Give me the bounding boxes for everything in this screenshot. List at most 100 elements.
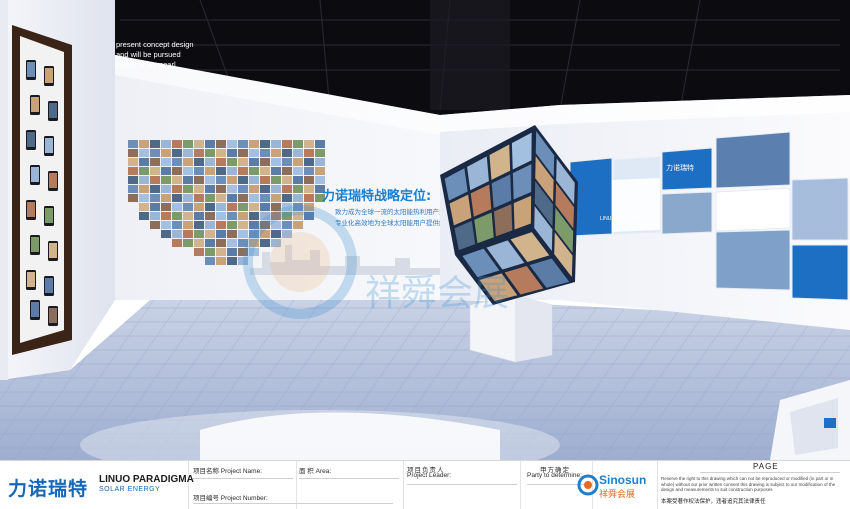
heart-photo-tile [172,158,182,166]
heart-photo-tile [128,149,138,157]
heart-photo-tile [282,194,292,202]
phone-screen [48,171,58,191]
project-name-label: 项目名称 Project Name: [193,468,262,475]
heart-photo-tile [315,140,325,148]
heart-photo-tile [293,176,303,184]
heart-photo-tile [205,185,215,193]
heart-photo-tile [304,167,314,175]
phone-screen [48,101,58,121]
heart-photo-tile [260,194,270,202]
heart-photo-tile [238,185,248,193]
heart-photo-tile [227,167,237,175]
heart-photo-tile [128,194,138,202]
heart-photo-tile [249,185,259,193]
heart-photo-tile [150,158,160,166]
heart-photo-tile [238,203,248,211]
heart-photo-tile [249,203,259,211]
heart-photo-tile [304,158,314,166]
heart-photo-tile [216,176,226,184]
heart-photo-tile [238,149,248,157]
heart-photo-tile [260,167,270,175]
heart-photo-tile [161,230,171,238]
heart-photo-tile [205,140,215,148]
heart-photo-tile [194,239,204,247]
heart-photo-tile [205,158,215,166]
heart-photo-tile [139,167,149,175]
heart-photo-tile [282,140,292,148]
heart-photo-tile [260,158,270,166]
sinosun-brand-cn: 祥舜会展 [599,489,636,499]
heart-photo-tile [315,167,325,175]
heart-photo-tile [304,185,314,193]
heart-photo-tile [227,149,237,157]
phone-screen [44,206,54,226]
heart-photo-tile [216,230,226,238]
copyright-note-cn: 本案受著作权法保护，违者追究其法律责任 [661,499,766,505]
heart-photo-tile [161,185,171,193]
wall-photo-panel [661,191,713,235]
heart-photo-tile [205,212,215,220]
heart-photo-tile [304,140,314,148]
heart-photo-tile [227,248,237,256]
heart-photo-tile [227,158,237,166]
heart-photo-tile [227,176,237,184]
heart-photo-tile [271,149,281,157]
heart-photo-tile [216,212,226,220]
heart-photo-tile [238,221,248,229]
heart-photo-tile [282,167,292,175]
heart-photo-tile [172,185,182,193]
project-number-label: 项目编号 Project Number: [193,495,268,502]
heart-photo-tile [205,230,215,238]
heart-photo-tile [194,185,204,193]
heart-photo-tile [216,194,226,202]
heart-photo-tile [150,167,160,175]
heart-photo-tile [183,194,193,202]
heart-photo-tile [216,185,226,193]
heart-photo-tile [161,149,171,157]
heart-photo-tile [216,158,226,166]
sinosun-brand: Sinosun [599,473,647,487]
heart-photo-tile [194,140,204,148]
heart-photo-tile [293,194,303,202]
phone-screen [44,276,54,296]
heart-photo-tile [271,230,281,238]
wall-photo-panel [715,229,791,291]
heart-photo-tile [161,203,171,211]
svg-text:cation of the pearl: cation of the pearl [116,60,176,69]
wall-overlay-text: present concept design [116,40,194,49]
heart-photo-tile [282,158,292,166]
heart-photo-tile [172,221,182,229]
area-label: 面 积 Area: [299,468,332,475]
heart-photo-tile [293,221,303,229]
phone-screen [44,66,54,86]
heart-photo-tile [249,212,259,220]
heart-photo-tile [205,176,215,184]
heart-photo-tile [183,149,193,157]
heart-photo-tile [183,176,193,184]
company-name-en: LINUO PARADIGMA [99,474,194,485]
wall-photo-panel [791,177,849,241]
heart-photo-tile [238,167,248,175]
phone-screen [30,95,40,115]
heart-photo-tile [150,212,160,220]
heart-photo-tile [161,176,171,184]
phone-screen [44,136,54,156]
panel-brand-text: LINUO PARADIGMA [600,216,647,222]
heart-photo-tile [194,167,204,175]
heart-photo-tile [238,176,248,184]
heart-photo-tile [139,212,149,220]
heart-photo-tile [183,203,193,211]
heart-photo-tile [194,212,204,220]
heart-photo-tile [205,149,215,157]
heart-photo-tile [150,221,160,229]
heart-photo-tile [139,176,149,184]
heart-photo-tile [216,257,226,265]
phone-screen [26,60,36,80]
heart-photo-tile [139,203,149,211]
heart-photo-tile [216,203,226,211]
wall-photo-panel [715,187,791,232]
heart-photo-tile [183,167,193,175]
heart-photo-tile [183,140,193,148]
heart-photo-tile [227,257,237,265]
heart-photo-tile [315,149,325,157]
